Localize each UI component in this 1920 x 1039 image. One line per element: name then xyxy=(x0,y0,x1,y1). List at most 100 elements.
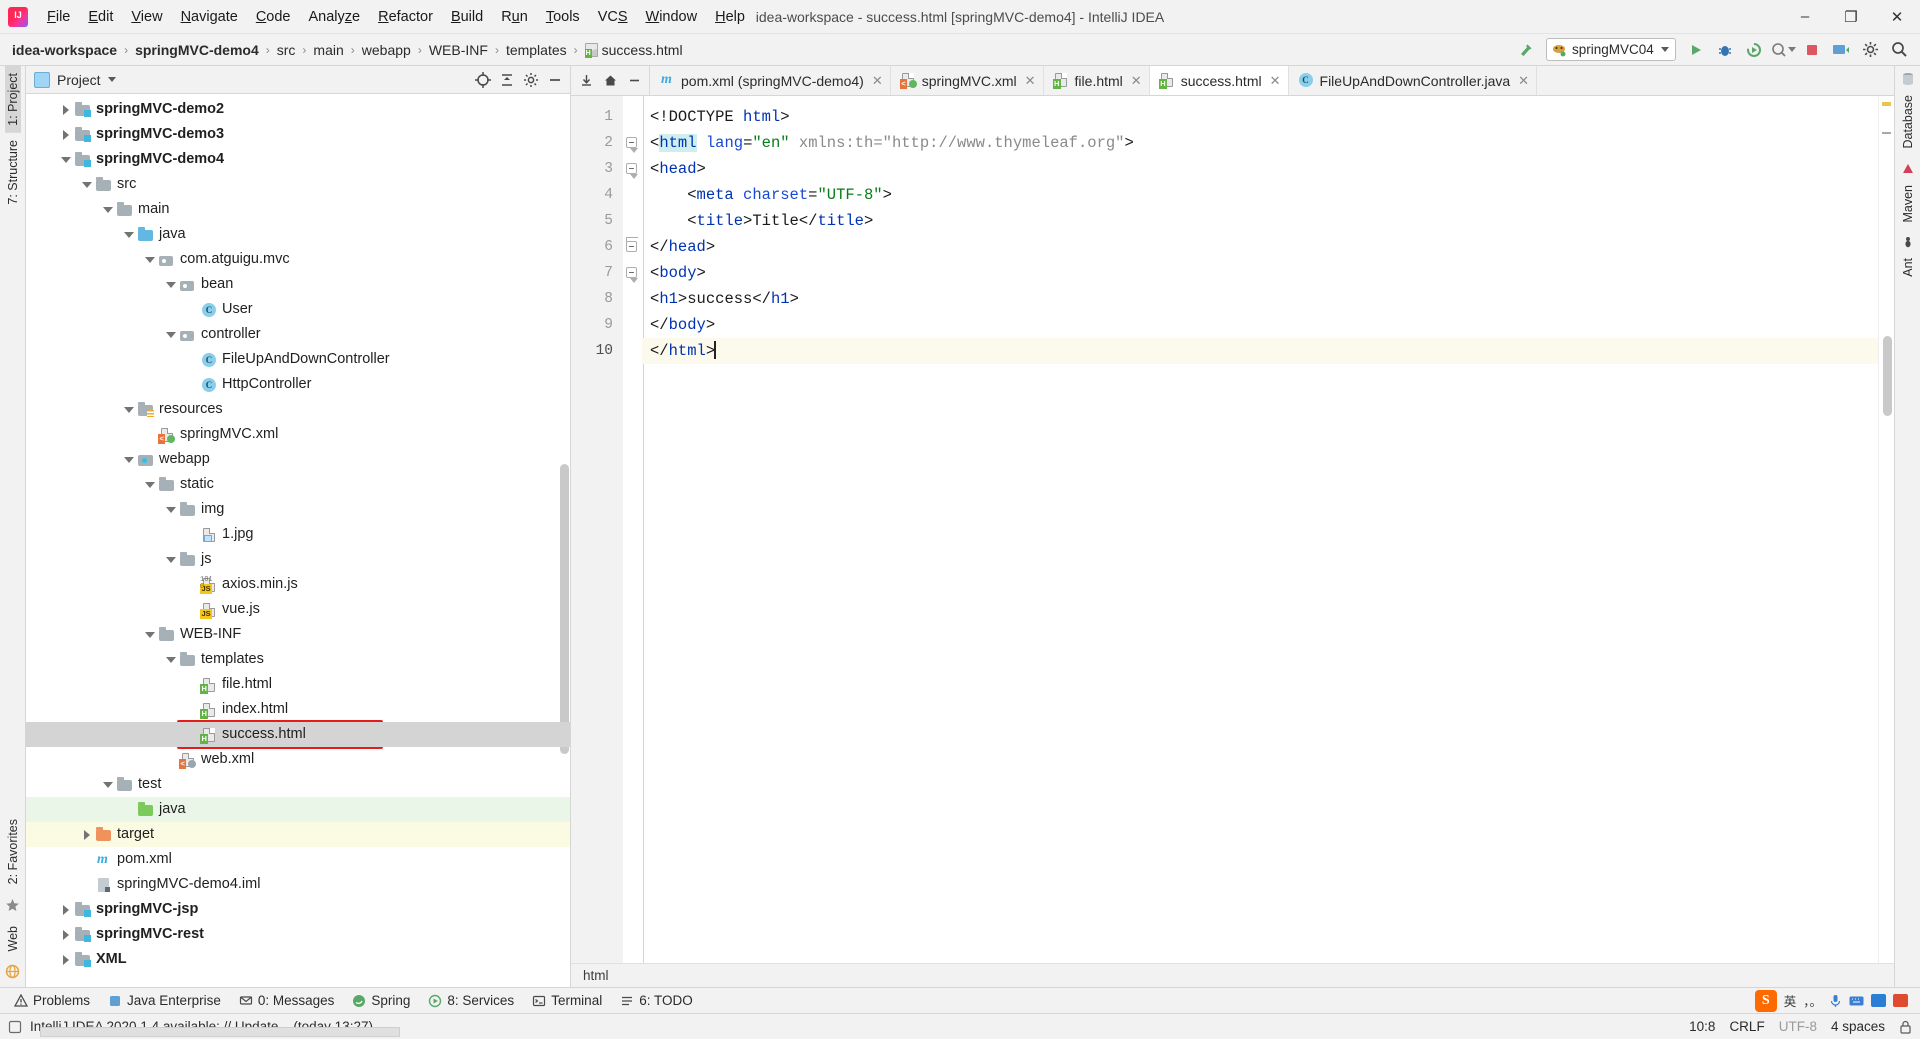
tree-row[interactable]: test xyxy=(26,772,570,797)
tree-row[interactable]: com.atguigu.mvc xyxy=(26,247,570,272)
code-line[interactable]: <title>Title</title> xyxy=(642,208,1878,234)
editor-tab[interactable]: Hsuccess.html ✕ xyxy=(1149,66,1289,95)
menu-item-vcs[interactable]: VCS xyxy=(589,5,637,29)
sidebar-item-project[interactable]: 1: Project xyxy=(4,66,21,133)
breadcrumb-item-4[interactable]: webapp xyxy=(358,40,415,60)
tree-row[interactable]: C User xyxy=(26,297,570,322)
code-line[interactable]: <head> xyxy=(642,156,1878,182)
ime-language-toggle[interactable]: 英 xyxy=(1784,991,1797,1010)
change-marker[interactable] xyxy=(1882,132,1891,134)
tree-row[interactable]: controller xyxy=(26,322,570,347)
sidebar-item-database[interactable]: Database xyxy=(1900,88,1916,156)
maximize-button[interactable]: ❐ xyxy=(1828,0,1874,34)
breadcrumb-item-7[interactable]: success.html xyxy=(581,40,687,60)
tree-row[interactable]: < web.xml xyxy=(26,747,570,772)
caret-position[interactable]: 10:8 xyxy=(1689,1019,1715,1034)
ime-punctuation-toggle[interactable]: ，。 xyxy=(1803,991,1822,1010)
tree-expand-arrow-icon[interactable] xyxy=(57,929,74,940)
close-icon[interactable]: ✕ xyxy=(1518,73,1529,89)
code-fold-icon[interactable] xyxy=(626,237,638,253)
tree-expand-arrow-icon[interactable] xyxy=(162,506,179,513)
menu-item-refactor[interactable]: Refactor xyxy=(369,5,442,29)
editor-tab[interactable]: Hfile.html ✕ xyxy=(1044,66,1150,95)
tree-expand-arrow-icon[interactable] xyxy=(57,156,74,163)
tree-expand-arrow-icon[interactable] xyxy=(57,904,74,915)
tree-row[interactable]: m pom.xml xyxy=(26,847,570,872)
ime-settings-icon[interactable] xyxy=(1893,994,1908,1007)
stop-icon[interactable] xyxy=(1799,38,1825,62)
tool-window-services[interactable]: 8: Services xyxy=(420,991,522,1010)
tree-row[interactable]: springMVC-demo4 xyxy=(26,147,570,172)
tree-row[interactable]: static xyxy=(26,472,570,497)
code-line[interactable]: <html lang="en" xmlns:th="http://www.thy… xyxy=(642,130,1878,156)
menu-item-window[interactable]: Window xyxy=(637,5,707,29)
minimize-button[interactable]: – xyxy=(1782,0,1828,34)
scroll-to-source-icon[interactable] xyxy=(575,70,597,92)
close-icon[interactable]: ✕ xyxy=(1270,73,1281,89)
tool-window-terminal[interactable]: Terminal xyxy=(524,991,610,1010)
tree-expand-arrow-icon[interactable] xyxy=(120,456,137,463)
tree-row[interactable]: C HttpController xyxy=(26,372,570,397)
line-separator[interactable]: CRLF xyxy=(1729,1019,1764,1034)
tree-row[interactable]: springMVC-demo4.iml xyxy=(26,872,570,897)
tree-row[interactable]: img xyxy=(26,497,570,522)
tree-row[interactable]: JS vue.js xyxy=(26,597,570,622)
home-icon[interactable] xyxy=(599,70,621,92)
mic-icon[interactable] xyxy=(1829,994,1842,1008)
hide-editor-icon[interactable] xyxy=(623,70,645,92)
close-button[interactable]: ✕ xyxy=(1874,0,1920,34)
tree-expand-arrow-icon[interactable] xyxy=(99,781,116,788)
search-everywhere-icon[interactable] xyxy=(1886,38,1912,62)
update-app-icon[interactable] xyxy=(1828,38,1854,62)
tree-row[interactable]: Hfile.html xyxy=(26,672,570,697)
tree-row[interactable]: src xyxy=(26,172,570,197)
sidebar-item-web[interactable]: Web xyxy=(5,919,21,958)
editor-tab[interactable]: < springMVC.xml ✕ xyxy=(891,66,1044,95)
tree-row[interactable]: bean xyxy=(26,272,570,297)
code-editor[interactable]: 1 2 3 4 5 6 7 8 9 10 <!DOCTYPE html> <html lang="e… xyxy=(571,96,1894,963)
breadcrumb-item-2[interactable]: src xyxy=(273,40,300,60)
run-with-coverage-icon[interactable] xyxy=(1741,38,1767,62)
editor-tab[interactable]: C FileUpAndDownController.java ✕ xyxy=(1289,66,1538,95)
menu-item-help[interactable]: Help xyxy=(706,5,754,29)
close-icon[interactable]: ✕ xyxy=(1025,73,1036,89)
code-line[interactable]: <meta charset="UTF-8"> xyxy=(642,182,1878,208)
tool-window-java-enterprise[interactable]: Java Enterprise xyxy=(100,991,229,1010)
editor-breadcrumb-label[interactable]: html xyxy=(583,968,609,983)
tree-row[interactable]: WEB-INF xyxy=(26,622,570,647)
tool-window-problems[interactable]: Problems xyxy=(6,991,98,1010)
editor-scrollbar[interactable] xyxy=(1883,336,1892,416)
tree-expand-arrow-icon[interactable] xyxy=(57,129,74,140)
code-line[interactable]: </head> xyxy=(642,234,1878,260)
sidebar-item-favorites[interactable]: 2: Favorites xyxy=(5,812,21,891)
tree-row[interactable]: springMVC-jsp xyxy=(26,897,570,922)
todo-marker[interactable] xyxy=(1882,102,1891,106)
tree-row[interactable]: resources xyxy=(26,397,570,422)
breadcrumb-item-6[interactable]: templates xyxy=(502,40,571,60)
tree-expand-arrow-icon[interactable] xyxy=(141,481,158,488)
tree-row[interactable]: C FileUpAndDownController xyxy=(26,347,570,372)
tree-expand-arrow-icon[interactable] xyxy=(162,281,179,288)
tree-row[interactable]: springMVC-demo3 xyxy=(26,122,570,147)
tree-expand-arrow-icon[interactable] xyxy=(78,829,95,840)
tree-row[interactable]: 1.jpg xyxy=(26,522,570,547)
sogou-ime-icon[interactable] xyxy=(1754,989,1777,1012)
code-line[interactable]: <body> xyxy=(642,260,1878,286)
tree-row[interactable]: springMVC-demo2 xyxy=(26,97,570,122)
menu-item-code[interactable]: Code xyxy=(247,5,300,29)
menu-item-file[interactable]: File xyxy=(38,5,79,29)
breadcrumb-item-0[interactable]: idea-workspace xyxy=(8,40,121,60)
debug-icon[interactable] xyxy=(1712,38,1738,62)
editor-tab[interactable]: m pom.xml (springMVC-demo4) ✕ xyxy=(650,66,891,95)
breadcrumb-item-1[interactable]: springMVC-demo4 xyxy=(131,40,263,60)
menu-item-tools[interactable]: Tools xyxy=(537,5,589,29)
tree-row[interactable]: target xyxy=(26,822,570,847)
chevron-down-icon[interactable] xyxy=(107,77,116,82)
window-drag-handle[interactable] xyxy=(40,1027,400,1037)
tree-row[interactable]: java xyxy=(26,222,570,247)
tree-expand-arrow-icon[interactable] xyxy=(162,556,179,563)
close-icon[interactable]: ✕ xyxy=(1131,73,1142,89)
breadcrumb-item-5[interactable]: WEB-INF xyxy=(425,40,492,60)
tool-window-spring[interactable]: Spring xyxy=(344,991,418,1010)
settings-icon[interactable] xyxy=(1857,38,1883,62)
